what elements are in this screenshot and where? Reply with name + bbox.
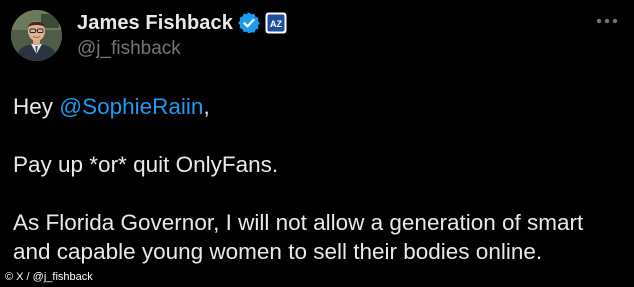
author-handle[interactable]: @j_fishback [77, 38, 181, 60]
greeting-prefix: Hey [13, 94, 60, 119]
affiliate-badge-label: AZ [270, 19, 282, 29]
more-options-icon[interactable] [592, 10, 622, 32]
verified-check-icon [237, 11, 261, 35]
tweet-line-3a: As Florida Governor, I will not allow a … [13, 210, 584, 235]
image-credit: © X / @j_fishback [0, 267, 99, 287]
tweet-text: Hey @SophieRaiin, Pay up *or* quit OnlyF… [13, 92, 628, 266]
tweet-line-3b: and capable young women to sell their bo… [13, 239, 543, 264]
author-display-name[interactable]: James Fishback [77, 12, 233, 35]
greeting-suffix: , [203, 94, 210, 119]
tweet-line-2: Pay up *or* quit OnlyFans. [13, 152, 279, 177]
avatar[interactable] [11, 10, 62, 61]
mention-link[interactable]: @SophieRaiin [59, 94, 203, 119]
author-name-row: James Fishback AZ [77, 10, 287, 36]
tweet: James Fishback AZ @j_fishback Hey @Sophi… [0, 0, 634, 287]
affiliate-badge-icon[interactable]: AZ [265, 12, 287, 34]
avatar-image [11, 10, 62, 61]
tweet-line-greeting: Hey @SophieRaiin, [13, 92, 628, 121]
